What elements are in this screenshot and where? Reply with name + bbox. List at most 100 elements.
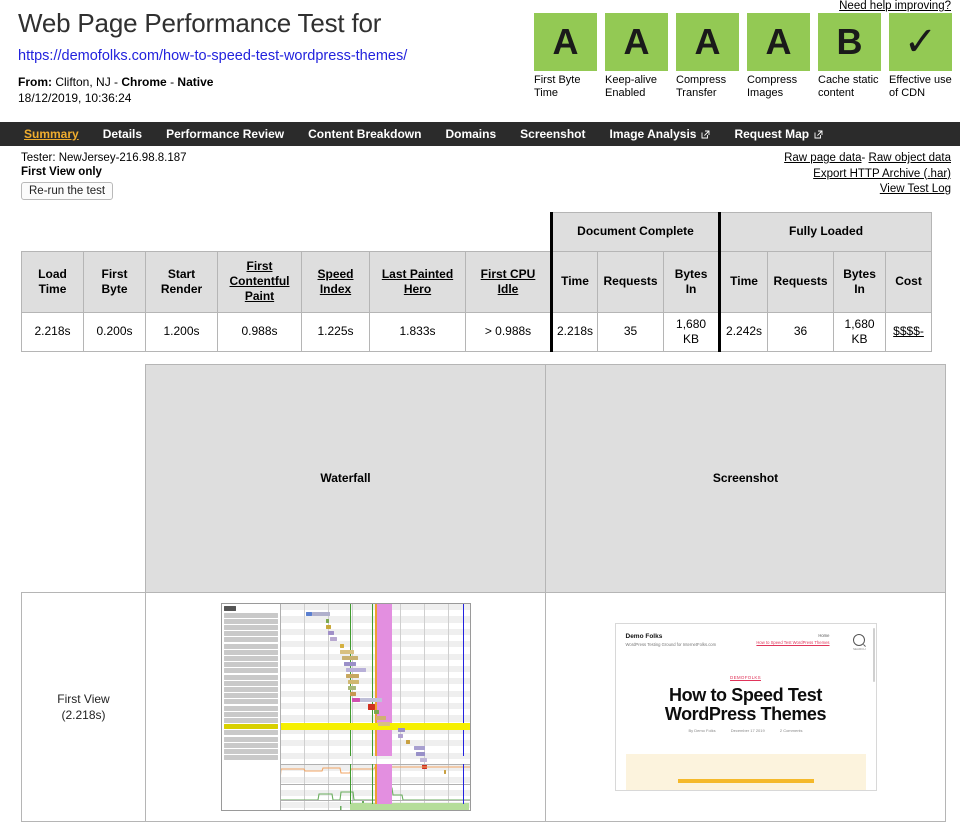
view-mode-label: First View only bbox=[21, 165, 187, 179]
tester-id: Tester: NewJersey-216.98.8.187 bbox=[21, 151, 187, 165]
request-bar bbox=[348, 680, 359, 684]
connection-type: Native bbox=[177, 75, 213, 89]
grade-effective-use-of-cdn[interactable]: ✓ Effective use of CDN bbox=[889, 13, 952, 100]
request-bar bbox=[326, 625, 331, 629]
doc-complete-band bbox=[372, 604, 374, 756]
view-label-line1: First View bbox=[22, 691, 145, 707]
tab-label: Performance Review bbox=[166, 122, 284, 146]
view-label-cell: First View (2.218s) bbox=[22, 593, 146, 822]
request-bar bbox=[342, 656, 358, 660]
results-data-row: 2.218s 0.200s 1.200s 0.988s 1.225s 1.833… bbox=[22, 312, 932, 351]
tab-summary[interactable]: Summary bbox=[12, 122, 91, 146]
grade-label: Cache static content bbox=[818, 74, 881, 100]
col-speed-index[interactable]: Speed Index bbox=[302, 251, 370, 312]
search-icon bbox=[853, 634, 865, 646]
grade-first-byte-time[interactable]: A First Byte Time bbox=[534, 13, 597, 100]
need-help-improving-link[interactable]: Need help improving? bbox=[839, 0, 951, 12]
lower-doc-complete-band bbox=[372, 764, 374, 804]
tab-content-breakdown[interactable]: Content Breakdown bbox=[296, 122, 433, 146]
page-title: Web Page Performance Test for bbox=[18, 6, 528, 40]
request-bar bbox=[398, 734, 403, 738]
shot-meta-row: By Demo Folks December 17 2019 2 Comment… bbox=[616, 728, 876, 733]
request-bar bbox=[344, 662, 356, 666]
col-dc-bytes-in: Bytes In bbox=[664, 251, 720, 312]
grade-label: Effective use of CDN bbox=[889, 74, 952, 100]
tab-screenshot[interactable]: Screenshot bbox=[508, 122, 597, 146]
header-screenshot: Screenshot bbox=[546, 364, 946, 593]
value-dc-bytes-in: 1,680 KB bbox=[664, 312, 720, 351]
shot-cta-bar bbox=[678, 779, 814, 783]
col-first-byte: First Byte bbox=[84, 251, 146, 312]
col-fl-requests: Requests bbox=[768, 251, 834, 312]
request-bar bbox=[312, 612, 330, 616]
grade-letter: A bbox=[534, 13, 597, 71]
shot-nav-article: How to Speed Test WordPress Themes bbox=[756, 639, 829, 646]
lower-fully-loaded-line bbox=[463, 764, 465, 804]
col-cost: Cost bbox=[886, 251, 932, 312]
col-first-cpu-idle[interactable]: First CPU Idle bbox=[466, 251, 552, 312]
request-bar bbox=[340, 650, 354, 654]
grade-label: Compress Images bbox=[747, 74, 810, 100]
raw-object-data-link[interactable]: Raw object data bbox=[869, 152, 951, 164]
tab-details[interactable]: Details bbox=[91, 122, 154, 146]
lower-render-band bbox=[350, 764, 352, 804]
shot-meta-author: By Demo Folks bbox=[688, 728, 715, 733]
request-bar bbox=[398, 728, 405, 732]
request-bar bbox=[420, 758, 427, 762]
dash-separator: - bbox=[170, 75, 174, 89]
tab-label: Screenshot bbox=[520, 122, 585, 146]
shot-scrollbar bbox=[873, 628, 875, 682]
export-http-archive-link[interactable]: Export HTTP Archive (.har) bbox=[813, 168, 951, 180]
tab-label: Content Breakdown bbox=[308, 122, 421, 146]
waterfall-chart[interactable] bbox=[221, 603, 471, 811]
test-info-bar: Tester: NewJersey-216.98.8.187 First Vie… bbox=[0, 146, 960, 208]
value-first-contentful-paint: 0.988s bbox=[218, 312, 302, 351]
view-test-log-row: View Test Log bbox=[784, 182, 951, 198]
waterfall-request-labels bbox=[222, 604, 281, 810]
col-start-render: Start Render bbox=[146, 251, 218, 312]
col-dc-time: Time bbox=[552, 251, 598, 312]
waterfall-cell[interactable] bbox=[146, 593, 546, 822]
browser-name: Chrome bbox=[121, 75, 166, 89]
screenshot-cell[interactable]: Demo Folks WordPress Testing Ground for … bbox=[546, 593, 946, 822]
grade-letter: A bbox=[605, 13, 668, 71]
export-har-row: Export HTTP Archive (.har) bbox=[784, 167, 951, 183]
group-header-spacer bbox=[22, 213, 552, 252]
page-load-footer-bar bbox=[350, 803, 469, 810]
value-cost[interactable]: $$$$- bbox=[886, 312, 932, 351]
test-datetime: 18/12/2019, 10:36:24 bbox=[18, 90, 528, 106]
page-header: Web Page Performance Test for https://de… bbox=[0, 0, 960, 122]
grade-compress-images[interactable]: A Compress Images bbox=[747, 13, 810, 100]
fully-loaded-line bbox=[463, 604, 465, 756]
shot-search-widget: SEARCH bbox=[853, 634, 866, 651]
tab-domains[interactable]: Domains bbox=[433, 122, 508, 146]
tab-performance-review[interactable]: Performance Review bbox=[154, 122, 296, 146]
request-bar bbox=[330, 637, 337, 641]
grade-compress-transfer[interactable]: A Compress Transfer bbox=[676, 13, 739, 100]
test-info-left: Tester: NewJersey-216.98.8.187 First Vie… bbox=[21, 151, 187, 200]
tested-url-link[interactable]: https://demofolks.com/how-to-speed-test-… bbox=[18, 47, 528, 65]
checkmark-icon: ✓ bbox=[889, 13, 952, 71]
value-first-byte: 0.200s bbox=[84, 312, 146, 351]
tab-label: Details bbox=[103, 122, 142, 146]
view-test-log-link[interactable]: View Test Log bbox=[880, 183, 951, 195]
col-first-contentful-paint[interactable]: First Contentful Paint bbox=[218, 251, 302, 312]
grade-letter: A bbox=[676, 13, 739, 71]
page-screenshot-thumbnail[interactable]: Demo Folks WordPress Testing Ground for … bbox=[615, 623, 877, 791]
layout-shift-band bbox=[377, 604, 392, 756]
request-bar bbox=[414, 746, 425, 750]
tab-request-map[interactable]: Request Map bbox=[722, 122, 835, 146]
from-label: From: bbox=[18, 75, 52, 89]
re-run-test-button[interactable]: Re-run the test bbox=[21, 182, 113, 200]
value-fl-requests: 36 bbox=[768, 312, 834, 351]
col-last-painted-hero[interactable]: Last Painted Hero bbox=[370, 251, 466, 312]
grade-cache-static-content[interactable]: B Cache static content bbox=[818, 13, 881, 100]
col-load-time: Load Time bbox=[22, 251, 84, 312]
test-location-line: From: Clifton, NJ - Chrome - Native bbox=[18, 75, 528, 90]
request-bar bbox=[376, 716, 386, 720]
grade-keep-alive-enabled[interactable]: A Keep-alive Enabled bbox=[605, 13, 668, 100]
tab-image-analysis[interactable]: Image Analysis bbox=[598, 122, 723, 146]
value-dc-requests: 35 bbox=[598, 312, 664, 351]
raw-page-data-link[interactable]: Raw page data bbox=[784, 152, 861, 164]
tab-label: Summary bbox=[24, 122, 79, 146]
